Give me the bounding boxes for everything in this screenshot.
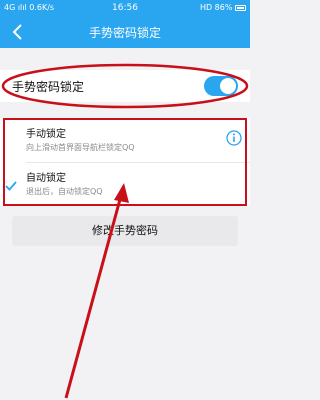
annotation-ellipse (1, 63, 249, 109)
battery-icon (235, 4, 246, 11)
annotation-rectangle (3, 118, 247, 206)
app-header: 4G ılıl 0.6K/s 16:56 HD 86% 手势密码锁定 (0, 0, 250, 48)
hd-wifi-battery-text: HD 86% (199, 3, 233, 12)
status-right: HD 86% (200, 0, 246, 16)
status-bar: 4G ılıl 0.6K/s 16:56 HD 86% (0, 0, 250, 16)
page-title: 手势密码锁定 (88, 26, 161, 40)
change-gesture-password-button[interactable]: 修改手势密码 (12, 216, 238, 246)
nav-bar: 手势密码锁定 (0, 18, 250, 48)
